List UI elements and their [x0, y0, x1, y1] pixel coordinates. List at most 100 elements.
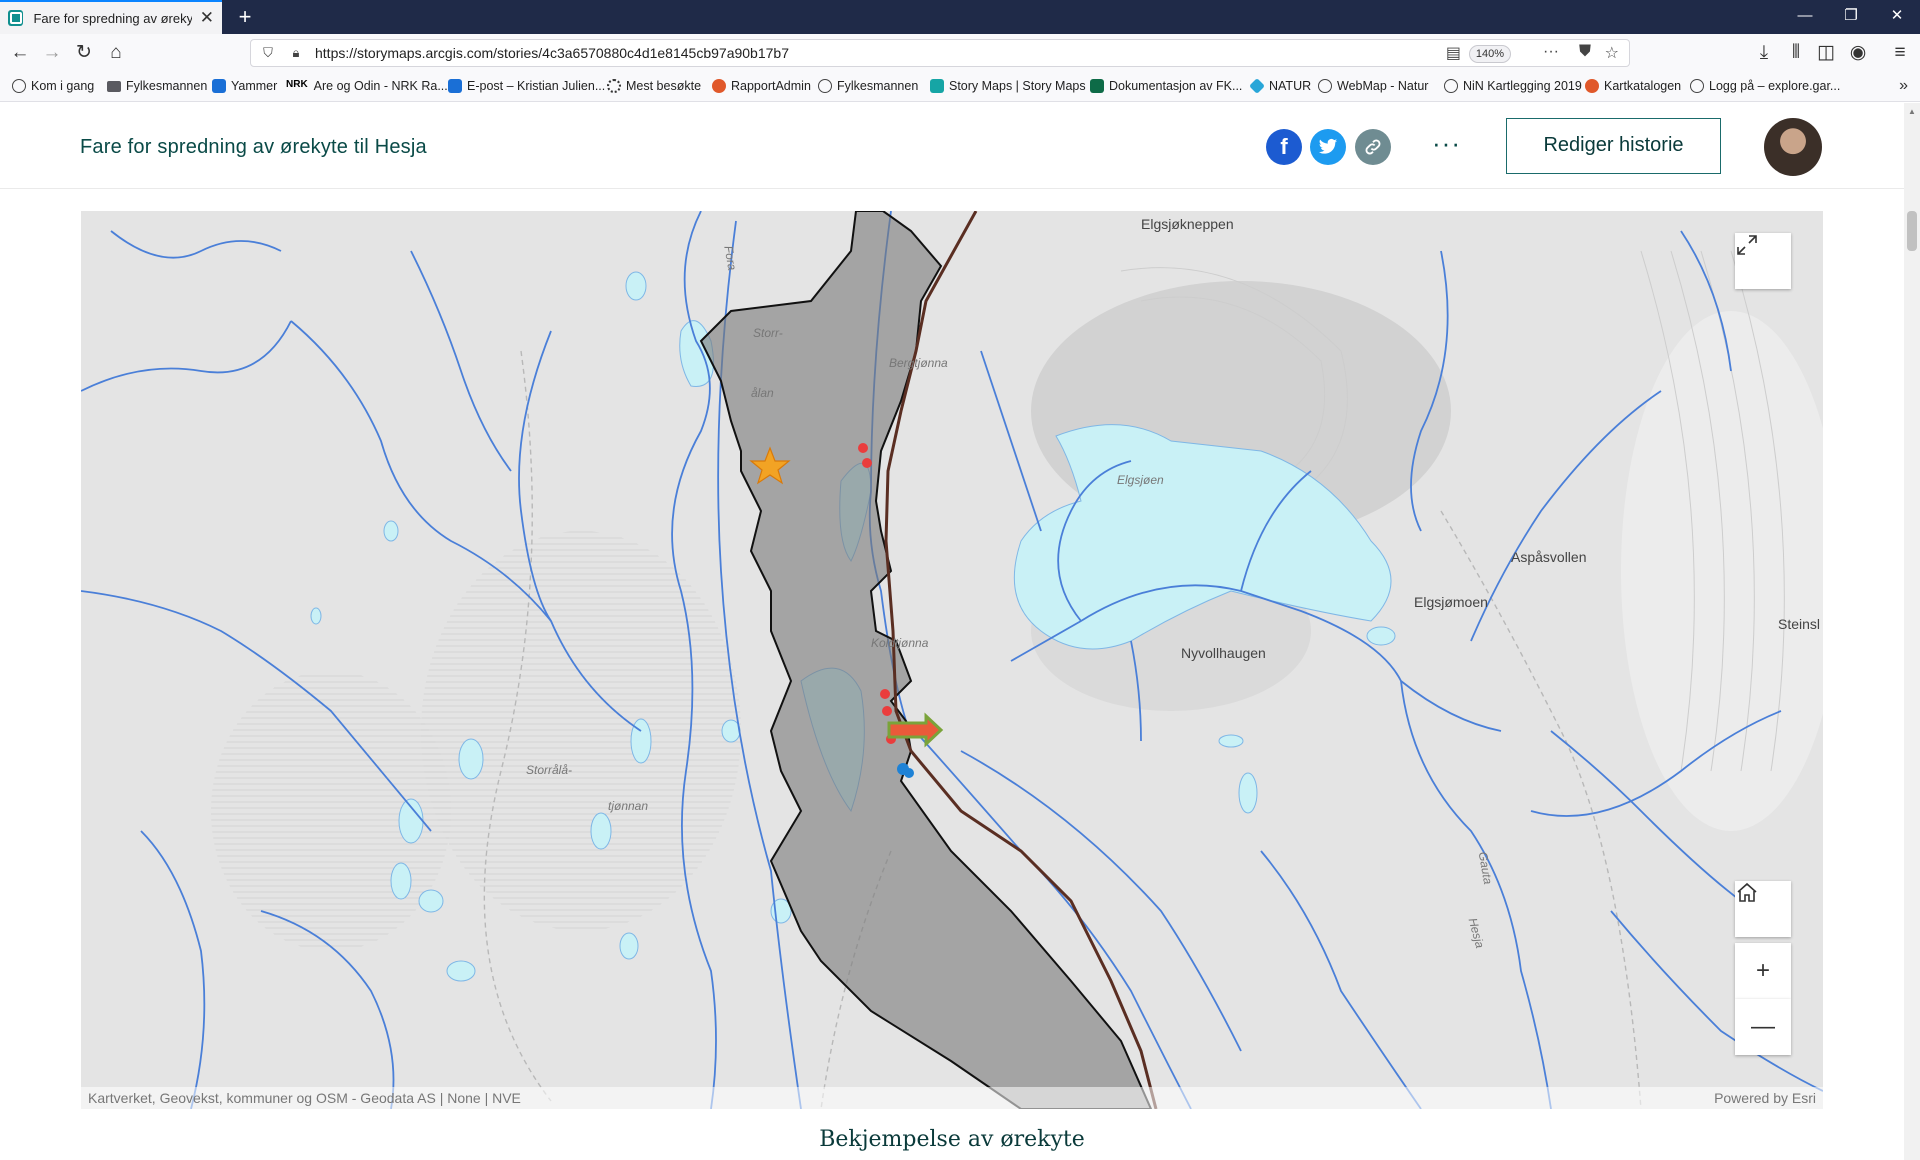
facebook-share-button[interactable]: f — [1266, 129, 1302, 165]
browser-tab-active[interactable]: Fare for spredning av ørekyte til ✕ — [0, 0, 222, 34]
window-close-icon[interactable]: ✕ — [1874, 0, 1920, 34]
new-tab-plus-icon[interactable]: + — [230, 2, 260, 32]
map-attribution-bar: Kartverket, Geovekst, kommuner og OSM - … — [81, 1087, 1823, 1109]
menu-hamburger-icon[interactable]: ≡ — [1886, 39, 1914, 67]
bookmark-item[interactable]: NiN Kartlegging 2019 — [1444, 79, 1582, 93]
bookmark-label: E-post – Kristian Julien... — [467, 79, 606, 93]
place-label: Bergtjønna — [889, 356, 948, 370]
globe-bookmark-icon — [1690, 79, 1704, 93]
globe-bookmark-icon — [1444, 79, 1458, 93]
bookmark-item[interactable]: Yammer — [212, 79, 277, 93]
address-bar[interactable]: ⛉ 🔒︎ https://storymaps.arcgis.com/storie… — [250, 39, 1630, 67]
minus-icon: — — [1751, 1013, 1775, 1040]
bookmark-star-icon[interactable]: ☆ — [1605, 43, 1619, 63]
reader-view-icon[interactable]: ▤ — [1446, 43, 1461, 63]
bookmark-item[interactable]: Dokumentasjon av FK... — [1090, 79, 1242, 93]
tab-title: Fare for spredning av ørekyte til — [33, 10, 192, 26]
bookmark-item[interactable]: Logg på – explore.gar... — [1690, 79, 1840, 93]
library-icon[interactable]: ⫴ — [1782, 39, 1810, 67]
more-options-button[interactable]: ··· — [1432, 129, 1461, 157]
scroll-up-arrow-icon[interactable]: ▲ — [1908, 107, 1916, 116]
map-home-button[interactable] — [1735, 881, 1791, 937]
bookmark-label: Fylkesmannen — [837, 79, 919, 93]
bookmark-item[interactable]: Kartkatalogen — [1585, 79, 1681, 93]
map-canvas[interactable] — [81, 211, 1823, 1109]
twitter-share-button[interactable] — [1310, 129, 1346, 165]
page-actions-dots-icon[interactable]: ··· — [1543, 43, 1559, 61]
tab-close-icon[interactable]: ✕ — [200, 8, 214, 28]
zoom-in-button[interactable]: + — [1735, 943, 1791, 999]
orange-bookmark-icon — [712, 79, 726, 93]
bookmark-item[interactable]: NRK Are og Odin - NRK Ra... — [286, 79, 448, 93]
blue-bookmark-icon — [448, 79, 462, 93]
place-label: Koldtjønna — [871, 636, 929, 650]
reload-icon[interactable]: ↻ — [70, 39, 98, 67]
globe-bookmark-icon — [12, 79, 26, 93]
bookmark-label: Yammer — [231, 79, 278, 93]
fullscreen-button[interactable] — [1735, 233, 1791, 289]
home-icon — [1737, 882, 1757, 902]
nrk-bookmark-icon: NRK — [286, 79, 308, 90]
bookmark-label: Story Maps | Story Maps — [949, 79, 1086, 93]
teal-bookmark-icon — [930, 79, 944, 93]
place-label: ålan — [751, 386, 774, 400]
bookmark-label: WebMap - Natur — [1337, 79, 1429, 93]
bookmark-item[interactable]: NATUR — [1249, 78, 1312, 94]
bookmark-item[interactable]: Mest besøkte — [607, 79, 701, 93]
lock-icon: 🔒︎ — [292, 45, 300, 60]
gear-bookmark-icon — [607, 79, 621, 93]
edit-story-button[interactable]: Rediger historie — [1506, 118, 1721, 174]
shield-icon[interactable]: ⛉ — [257, 45, 279, 61]
plus-icon: + — [1755, 957, 1770, 984]
bookmark-label: RapportAdmin — [731, 79, 811, 93]
bookmark-item[interactable]: Fylkesmannen — [107, 79, 207, 93]
back-arrow-icon[interactable]: ← — [6, 39, 34, 67]
downloads-icon[interactable]: ⤓ — [1750, 39, 1778, 67]
expand-arrows-icon — [1737, 235, 1757, 255]
bookmark-item[interactable]: Story Maps | Story Maps — [930, 79, 1086, 93]
window-minimize-icon[interactable]: — — [1782, 0, 1828, 34]
bookmark-item[interactable]: Kom i gang — [12, 79, 94, 93]
forward-arrow-icon[interactable]: → — [38, 39, 66, 67]
powered-by-esri[interactable]: Powered by Esri — [1714, 1090, 1816, 1106]
pocket-icon[interactable]: ⛊ — [1579, 43, 1591, 61]
twitter-bird-icon — [1318, 138, 1338, 154]
storymap-page: Fare for spredning av ørekyte til Hesja … — [0, 103, 1904, 1160]
folder-bookmark-icon — [107, 80, 121, 92]
map-attribution: Kartverket, Geovekst, kommuner og OSM - … — [88, 1090, 521, 1106]
bookmark-item[interactable]: Fylkesmannen — [818, 79, 918, 93]
copy-link-button[interactable] — [1355, 129, 1391, 165]
bookmark-label: Logg på – explore.gar... — [1709, 79, 1841, 93]
green-bookmark-icon — [1090, 79, 1104, 93]
place-label: Elgsjømoen — [1414, 594, 1488, 610]
sidebar-icon[interactable]: ◫ — [1812, 39, 1840, 67]
facebook-icon: f — [1280, 134, 1288, 159]
story-header: Fare for spredning av ørekyte til Hesja … — [0, 103, 1904, 189]
scrollbar-thumb[interactable] — [1907, 211, 1917, 251]
bookmarks-toolbar: » Kom i gang Fylkesmannen Yammer NRK Are og … — [0, 72, 1920, 102]
zoom-level-badge[interactable]: 140% — [1468, 45, 1511, 63]
url-text[interactable]: https://storymaps.arcgis.com/stories/4c3… — [315, 45, 789, 61]
bookmark-item[interactable]: RapportAdmin — [712, 79, 811, 93]
home-icon[interactable]: ⌂ — [102, 39, 130, 67]
place-label: tjønnan — [608, 799, 649, 813]
browser-nav-bar: ← → ↻ ⌂ ⛉ 🔒︎ https://storymaps.arcgis.co… — [0, 34, 1920, 72]
bookmark-item[interactable]: WebMap - Natur — [1318, 79, 1428, 93]
user-avatar[interactable] — [1764, 118, 1822, 176]
bookmark-label: Kom i gang — [31, 79, 95, 93]
story-title: Fare for spredning av ørekyte til Hesja — [80, 136, 427, 158]
bookmarks-overflow-icon[interactable]: » — [1899, 77, 1908, 95]
story-map[interactable]: Elgsjøkneppen Aspåsvollen Elgsjømoen Nyv… — [81, 211, 1823, 1109]
browser-tab-strip: Fare for spredning av ørekyte til ✕ + — … — [0, 0, 1920, 34]
place-label: Storr- — [753, 326, 783, 340]
zoom-out-button[interactable]: — — [1735, 999, 1791, 1055]
globe-bookmark-icon — [1318, 79, 1332, 93]
page-scrollbar[interactable]: ▲ — [1904, 103, 1920, 1160]
window-restore-icon[interactable]: ❐ — [1828, 0, 1874, 34]
bookmark-label: NiN Kartlegging 2019 — [1463, 79, 1582, 93]
place-label: Storrålå- — [526, 763, 573, 777]
bookmark-label: NATUR — [1269, 79, 1312, 93]
orange-bookmark-icon — [1585, 79, 1599, 93]
bookmark-item[interactable]: E-post – Kristian Julien... — [448, 79, 605, 93]
account-icon[interactable]: ◉ — [1844, 39, 1872, 67]
